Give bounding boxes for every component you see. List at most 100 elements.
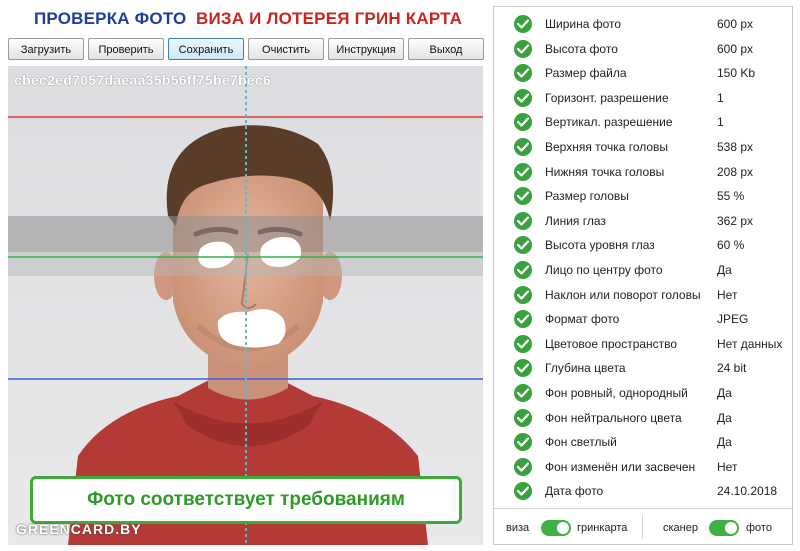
check-value: 24 bit: [717, 361, 747, 376]
check-circle-icon: [514, 457, 532, 476]
check-value: 55 %: [717, 189, 745, 204]
check-value: 538 px: [717, 139, 754, 154]
check-value: 600 px: [717, 17, 754, 31]
check-row: Ширина фото 600 px: [494, 12, 792, 37]
check-value: 362 px: [717, 213, 754, 228]
results-panel: Ширина фото 600 px Высота фото 600 px Размер…: [493, 6, 793, 545]
check-button[interactable]: Проверить: [88, 38, 164, 60]
check-value: 60 %: [717, 238, 745, 253]
check-row: Высота уровня глаз 60 %: [494, 233, 792, 258]
scanner-label: сканер: [663, 522, 698, 534]
check-circle-icon: [514, 187, 532, 206]
check-circle-icon: [514, 113, 532, 132]
check-value: Да: [717, 435, 732, 450]
check-value: 600 px: [717, 41, 754, 56]
scanner-photo-toggle[interactable]: [709, 520, 739, 536]
check-row: Формат фото JPEG: [494, 307, 792, 332]
check-row: Размер головы 55 %: [494, 184, 792, 209]
check-value: Нет: [717, 459, 738, 474]
check-circle-icon: [514, 383, 532, 402]
check-row: Дата фото 24.10.2018: [494, 479, 792, 504]
clear-button[interactable]: Очистить: [248, 38, 324, 60]
save-button[interactable]: Сохранить: [168, 38, 244, 60]
check-list: Ширина фото 600 px Высота фото 600 px Размер…: [494, 12, 792, 504]
check-label: Горизонт. разрешение: [545, 90, 669, 105]
check-value: Нет: [717, 287, 738, 302]
load-button[interactable]: Загрузить: [8, 38, 84, 60]
toggle-knob: [557, 522, 569, 534]
check-circle-icon: [514, 15, 532, 33]
check-label: Вертикал. разрешение: [545, 115, 673, 130]
check-circle-icon: [514, 137, 532, 156]
check-label: Фон светлый: [545, 435, 617, 450]
check-circle-icon: [514, 310, 532, 329]
check-circle-icon: [514, 285, 532, 304]
check-value: Нет данных: [717, 336, 783, 351]
check-row: Нижняя точка головы 208 px: [494, 160, 792, 185]
check-label: Линия глаз: [545, 213, 606, 228]
check-label: Нижняя точка головы: [545, 164, 665, 179]
check-value: Да: [717, 410, 732, 425]
check-row: Глубина цвета 24 bit: [494, 356, 792, 381]
check-label: Фон изменён или засвечен: [545, 459, 696, 474]
photo-preview[interactable]: cbec2ed7057daeaa35b56ff75be7bec6 Фото со…: [8, 66, 483, 545]
check-label: Размер головы: [545, 189, 629, 204]
check-value: Да: [717, 385, 732, 400]
check-value: 1: [717, 115, 724, 130]
mouth-mask: [217, 309, 286, 348]
check-row: Фон нейтрального цвета Да: [494, 406, 792, 431]
toolbar: Загрузить Проверить Сохранить Очистить И…: [8, 38, 486, 62]
file-id: cbec2ed7057daeaa35b56ff75be7bec6: [14, 72, 272, 88]
check-circle-icon: [514, 236, 532, 255]
check-row: Верхняя точка головы 538 px: [494, 135, 792, 160]
check-row: Наклон или поворот головы Нет: [494, 283, 792, 308]
instructions-button[interactable]: Инструкция: [328, 38, 404, 60]
check-label: Цветовое пространство: [545, 336, 678, 351]
check-circle-icon: [514, 359, 532, 378]
greencard-label: гринкарта: [577, 522, 628, 534]
check-value: JPEG: [717, 312, 749, 327]
check-value: 150 Kb: [717, 66, 756, 81]
check-circle-icon: [514, 433, 532, 452]
check-label: Глубина цвета: [545, 361, 626, 376]
check-label: Фон нейтрального цвета: [545, 410, 682, 425]
visa-greencard-toggle[interactable]: [541, 520, 571, 536]
check-row: Горизонт. разрешение 1: [494, 86, 792, 111]
check-circle-icon: [514, 260, 532, 279]
check-circle-icon: [514, 211, 532, 230]
watermark: GREENCARD.BY: [16, 521, 142, 537]
status-banner: Фото соответствует требованиям: [30, 476, 462, 524]
check-label: Верхняя точка головы: [545, 139, 669, 154]
check-row: Линия глаз 362 px: [494, 209, 792, 234]
check-circle-icon: [514, 64, 532, 83]
check-row: Высота фото 600 px: [494, 37, 792, 62]
check-label: Ширина фото: [545, 17, 622, 31]
check-circle-icon: [514, 162, 532, 181]
footer-divider: [642, 515, 643, 539]
check-circle-icon: [514, 334, 532, 353]
check-row: Цветовое пространство Нет данных: [494, 332, 792, 357]
check-label: Лицо по центру фото: [545, 262, 663, 277]
check-value: 1: [717, 90, 724, 105]
check-label: Формат фото: [545, 312, 620, 327]
photo-label: фото: [746, 522, 772, 534]
check-circle-icon: [514, 482, 532, 501]
check-circle-icon: [514, 39, 532, 58]
check-row: Лицо по центру фото Да: [494, 258, 792, 283]
check-row: Фон изменён или засвечен Нет: [494, 455, 792, 480]
check-label: Фон ровный, однородный: [545, 385, 688, 400]
check-value: Да: [717, 262, 732, 277]
panel-footer: виза гринкарта сканер фото: [494, 508, 792, 545]
check-row: Размер файла 150 Kb: [494, 61, 792, 86]
check-label: Наклон или поворот головы: [545, 287, 701, 302]
check-circle-icon: [514, 88, 532, 107]
check-label: Высота уровня глаз: [545, 238, 655, 253]
page-subtitle: ВИЗА И ЛОТЕРЕЯ ГРИН КАРТА: [196, 9, 463, 28]
check-row: Вертикал. разрешение 1: [494, 110, 792, 135]
check-value: 208 px: [717, 164, 754, 179]
check-circle-icon: [514, 408, 532, 427]
portrait-image: [8, 66, 483, 545]
exit-button[interactable]: Выход: [408, 38, 484, 60]
toggle-knob: [725, 522, 737, 534]
visa-label: виза: [506, 522, 530, 534]
